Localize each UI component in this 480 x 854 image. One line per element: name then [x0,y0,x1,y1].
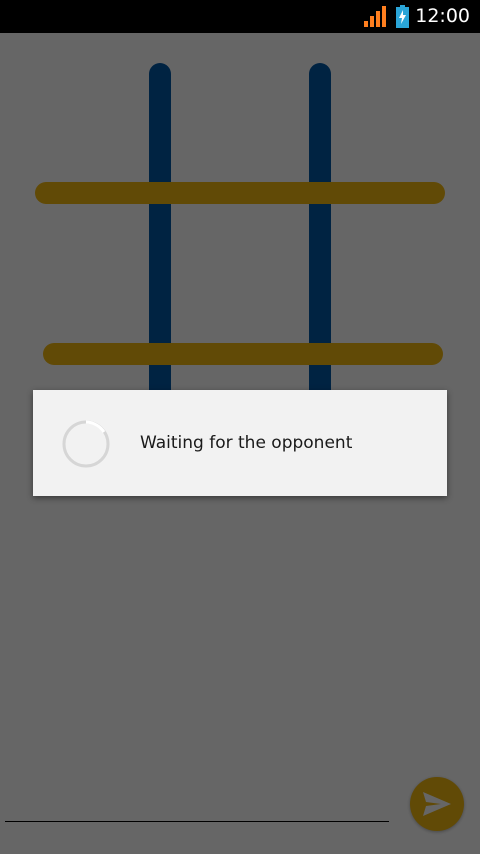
dialog-message: Waiting for the opponent [140,433,353,453]
progress-dialog: Waiting for the opponent [33,390,447,496]
status-clock: 12:00 [415,5,470,27]
battery-charging-icon [396,5,409,28]
signal-strength-icon [364,6,386,27]
progress-spinner-icon [62,420,110,468]
screen: 12:00 Waiting for the opponent [0,0,480,854]
status-bar: 12:00 [0,0,480,33]
